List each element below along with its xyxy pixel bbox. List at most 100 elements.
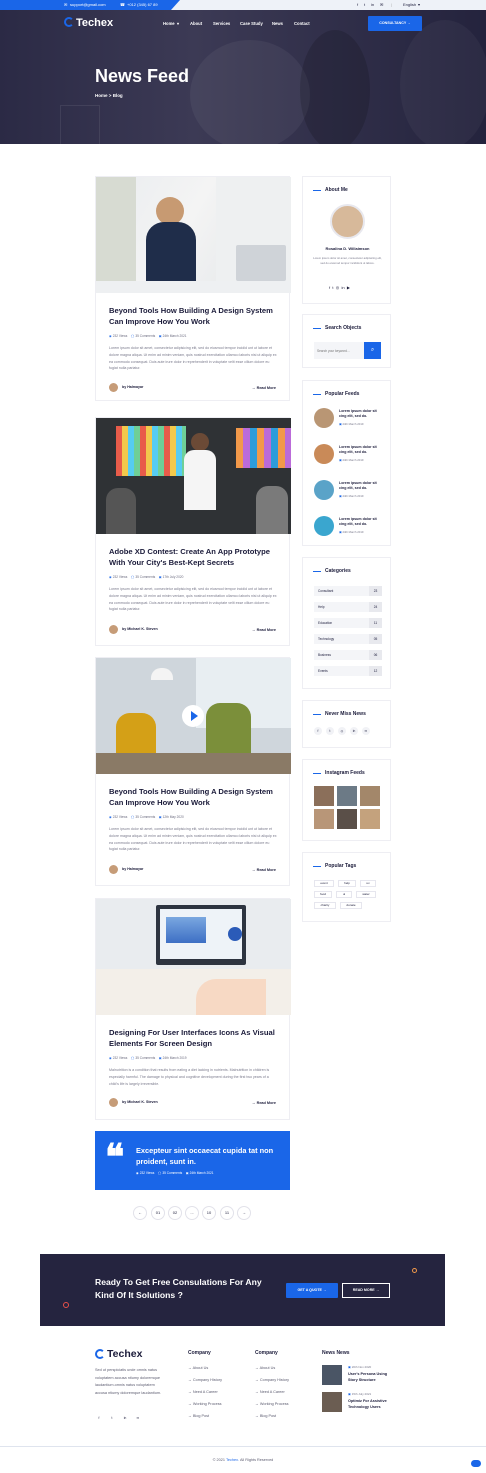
instagram-photo[interactable]: [314, 809, 334, 829]
logo-icon[interactable]: [64, 17, 74, 29]
news-title[interactable]: Optimiz For Assistive Technology Users: [348, 1399, 396, 1410]
nav-contact[interactable]: Contact: [294, 21, 310, 26]
read-more-link[interactable]: → Read More: [252, 1101, 276, 1105]
tag[interactable]: ui: [336, 891, 352, 898]
facebook-icon[interactable]: f: [329, 285, 330, 290]
news-thumbnail[interactable]: [322, 1365, 342, 1385]
post-image[interactable]: [96, 177, 291, 293]
news-title[interactable]: User's Persona Using Story Structure: [348, 1372, 396, 1383]
post-title[interactable]: Adobe XD Contest: Create An App Prototyp…: [109, 546, 279, 568]
post-title[interactable]: Beyond Tools How Building A Design Syste…: [109, 786, 279, 808]
mail-icon[interactable]: ✉: [134, 1414, 142, 1422]
logo-icon[interactable]: [95, 1349, 105, 1359]
nav-case-study[interactable]: Case Study: [240, 21, 263, 26]
linkedin-icon[interactable]: in: [371, 2, 374, 7]
mail-icon[interactable]: ✉: [362, 727, 370, 735]
twitter-icon[interactable]: t: [108, 1414, 116, 1422]
category-item[interactable]: Education 11: [314, 618, 382, 628]
post-image[interactable]: [96, 899, 291, 1015]
nav-news[interactable]: News: [272, 21, 283, 26]
footer-link[interactable]: → Company History: [255, 1378, 289, 1382]
linkedin-icon[interactable]: in: [121, 1414, 129, 1422]
site-logo[interactable]: Techex: [76, 17, 113, 29]
twitter-icon[interactable]: t: [332, 285, 333, 290]
consultancy-button[interactable]: CONSULTANCY →: [368, 16, 422, 31]
post-title[interactable]: Beyond Tools How Building A Design Syste…: [109, 305, 279, 327]
post-title[interactable]: Designing For User Interfaces Icons As V…: [109, 1027, 279, 1049]
pagination-page[interactable]: 01: [151, 1206, 165, 1220]
facebook-icon[interactable]: f: [95, 1414, 103, 1422]
search-input[interactable]: [314, 342, 364, 359]
footer-link[interactable]: → Working Process: [255, 1402, 289, 1406]
nav-about[interactable]: About: [190, 21, 202, 26]
instagram-photo[interactable]: [337, 786, 357, 806]
twitter-icon[interactable]: t: [364, 2, 365, 7]
tag[interactable]: help: [338, 880, 356, 887]
tag[interactable]: water: [356, 891, 376, 898]
category-item[interactable]: Technology 05: [314, 634, 382, 644]
feed-thumbnail[interactable]: [314, 408, 334, 428]
topbar-email[interactable]: support@gmail.com: [70, 2, 106, 7]
pagination-next[interactable]: →: [237, 1206, 251, 1220]
pagination-page[interactable]: 02: [168, 1206, 182, 1220]
chevron-down-icon[interactable]: ▾: [177, 21, 179, 26]
read-more-link[interactable]: → Read More: [252, 868, 276, 872]
scroll-to-top-button[interactable]: [471, 1460, 481, 1467]
instagram-photo[interactable]: [360, 809, 380, 829]
read-more-link[interactable]: → Read More: [252, 386, 276, 390]
pagination-page[interactable]: 10: [202, 1206, 216, 1220]
instagram-photo[interactable]: [314, 786, 334, 806]
tag[interactable]: event: [314, 880, 334, 887]
feed-title[interactable]: Lorem ipsum dolor sit cing elit, sed do.: [339, 481, 383, 491]
post-image[interactable]: [96, 418, 291, 534]
feed-thumbnail[interactable]: [314, 480, 334, 500]
pagination-page[interactable]: 11: [220, 1206, 234, 1220]
read-more-button[interactable]: READ MORE →: [342, 1283, 390, 1298]
instagram-icon[interactable]: ◎: [338, 727, 346, 735]
linkedin-icon[interactable]: in: [341, 285, 344, 290]
category-item[interactable]: Help 24: [314, 602, 382, 612]
post-author[interactable]: by Halmayar: [122, 867, 143, 871]
footer-link[interactable]: → Blog Post: [255, 1414, 276, 1418]
get-quote-button[interactable]: GET A QUOTE →: [286, 1283, 338, 1298]
topbar-phone[interactable]: +012 (345) 67 89: [127, 2, 158, 7]
post-author[interactable]: by Halmayar: [122, 385, 143, 389]
instagram-icon[interactable]: ◎: [336, 285, 340, 290]
linkedin-icon[interactable]: in: [350, 727, 358, 735]
tag[interactable]: charity: [314, 902, 336, 909]
footer-link[interactable]: → About Us: [188, 1366, 208, 1370]
youtube-icon[interactable]: ▶: [347, 285, 350, 290]
facebook-icon[interactable]: f: [357, 2, 358, 7]
nav-home[interactable]: Home: [163, 21, 175, 26]
search-button[interactable]: ⌕: [364, 342, 381, 359]
category-item[interactable]: Events 12: [314, 666, 382, 676]
read-more-link[interactable]: → Read More: [252, 628, 276, 632]
footer-logo[interactable]: Techex: [107, 1348, 142, 1360]
feed-thumbnail[interactable]: [314, 444, 334, 464]
chevron-down-icon[interactable]: ▾: [418, 2, 420, 7]
twitter-icon[interactable]: t: [326, 727, 334, 735]
tag[interactable]: donate: [340, 902, 362, 909]
post-author[interactable]: by Michael K. Steven: [122, 1100, 158, 1104]
footer-link[interactable]: → Need A Career: [255, 1390, 285, 1394]
instagram-photo[interactable]: [360, 786, 380, 806]
breadcrumb-home[interactable]: Home: [95, 93, 108, 98]
pagination-prev[interactable]: ←: [133, 1206, 147, 1220]
category-item[interactable]: Business 06: [314, 650, 382, 660]
feed-title[interactable]: Lorem ipsum dolor sit cing elit, sed do.: [339, 445, 383, 455]
feed-thumbnail[interactable]: [314, 516, 334, 536]
copyright-brand[interactable]: Techex.: [226, 1458, 239, 1462]
tag[interactable]: ux: [360, 880, 376, 887]
category-item[interactable]: Consultant 23: [314, 586, 382, 596]
post-image[interactable]: [96, 658, 291, 774]
news-thumbnail[interactable]: [322, 1392, 342, 1412]
nav-services[interactable]: Services: [213, 21, 230, 26]
footer-link[interactable]: → Need A Career: [188, 1390, 218, 1394]
post-author[interactable]: by Michael K. Steven: [122, 627, 158, 631]
footer-link[interactable]: → Working Process: [188, 1402, 222, 1406]
instagram-photo[interactable]: [337, 809, 357, 829]
mail-icon[interactable]: ✉: [380, 2, 383, 7]
footer-link[interactable]: → Company History: [188, 1378, 222, 1382]
feed-title[interactable]: Lorem ipsum dolor sit cing elit, sed do.: [339, 409, 383, 419]
tag[interactable]: food: [314, 891, 332, 898]
